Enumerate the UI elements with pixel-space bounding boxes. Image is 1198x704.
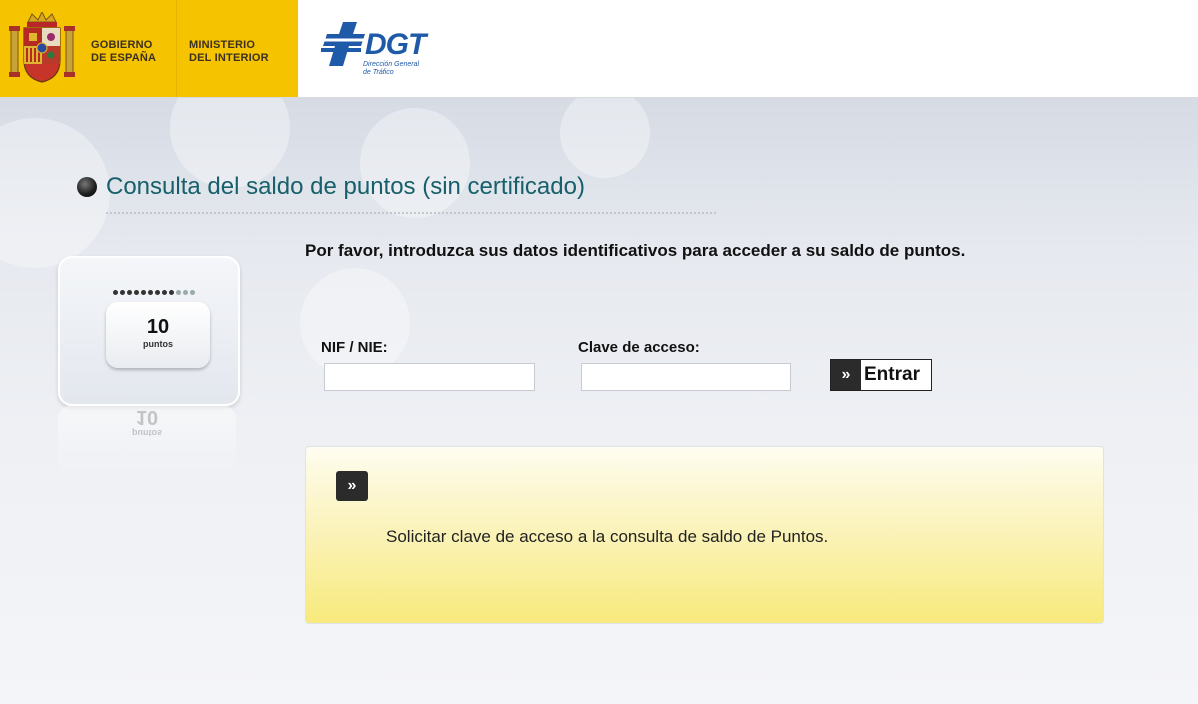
title-bullet-icon <box>77 177 97 197</box>
request-key-link[interactable]: Solicitar clave de acceso a la consulta … <box>386 527 828 547</box>
request-key-panel: » Solicitar clave de acceso a la consult… <box>305 446 1104 624</box>
background-bubble <box>560 98 650 178</box>
card-dots <box>113 290 195 295</box>
page-title: Consulta del saldo de puntos (sin certif… <box>106 173 585 200</box>
clave-input[interactable] <box>581 363 791 391</box>
government-band: GOBIERNO DE ESPAÑA MINISTERIO DEL INTERI… <box>0 0 298 97</box>
points-card-reflection: puntos 10 <box>58 405 236 475</box>
points-value: 10 <box>146 316 170 338</box>
entrar-button-label: Entrar <box>864 364 920 385</box>
ministry-label: MINISTERIO DEL INTERIOR <box>189 39 269 64</box>
spain-coat-of-arms-icon <box>9 12 75 83</box>
points-unit: puntos <box>143 339 173 349</box>
header-divider <box>176 0 177 97</box>
background-bubble <box>360 108 470 218</box>
points-display: 10 puntos <box>106 302 210 368</box>
title-divider <box>106 212 716 214</box>
points-card: 10 puntos <box>58 256 240 406</box>
clave-label: Clave de acceso: <box>578 339 700 356</box>
background-bubble <box>300 268 410 378</box>
double-chevron-right-icon: » <box>831 360 861 390</box>
intro-text: Por favor, introduzca sus datos identifi… <box>305 241 966 260</box>
nif-label: NIF / NIE: <box>321 339 388 356</box>
double-chevron-right-icon[interactable]: » <box>336 471 368 501</box>
dgt-logo-subtitle: Dirección General de Tráfico <box>363 61 420 76</box>
dgt-logo-text: DGT <box>365 28 426 61</box>
site-header: GOBIERNO DE ESPAÑA MINISTERIO DEL INTERI… <box>0 0 1198 98</box>
entrar-button[interactable]: » Entrar <box>830 359 932 391</box>
government-label: GOBIERNO DE ESPAÑA <box>91 39 157 64</box>
nif-input[interactable] <box>324 363 535 391</box>
